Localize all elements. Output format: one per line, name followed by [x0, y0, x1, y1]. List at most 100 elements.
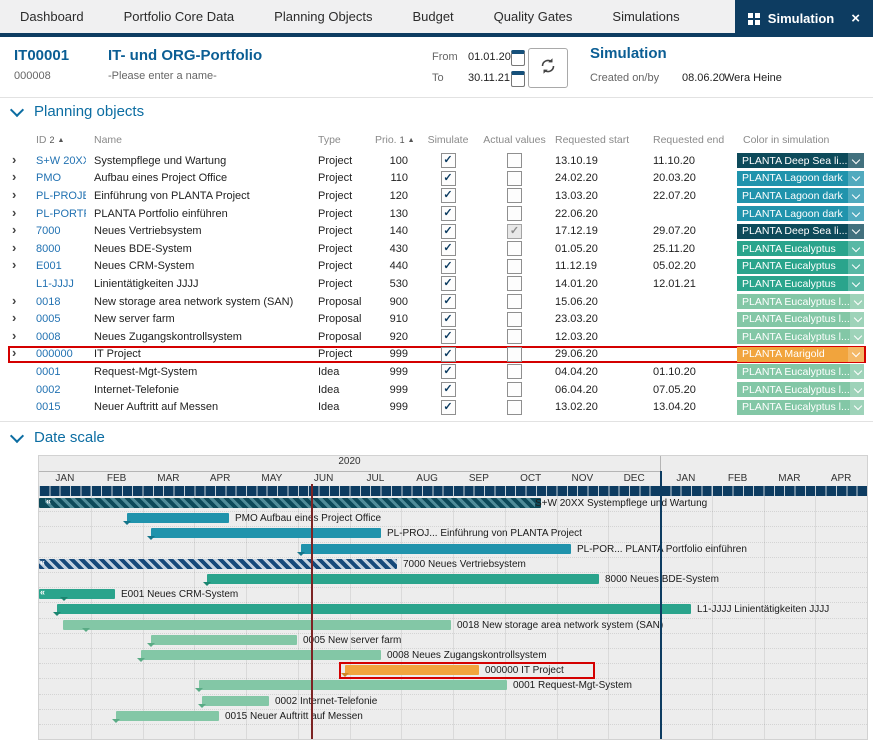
simulate-checkbox[interactable]: ✓	[441, 382, 456, 397]
row-id-link[interactable]: 8000	[28, 243, 86, 255]
actual-values-checkbox[interactable]	[507, 171, 522, 186]
expand-icon[interactable]: ›	[12, 260, 16, 272]
actual-values-checkbox[interactable]	[507, 312, 522, 327]
actual-values-checkbox[interactable]	[507, 276, 522, 291]
expand-icon[interactable]: ›	[12, 331, 16, 343]
simulate-checkbox[interactable]: ✓	[441, 259, 456, 274]
column-header-type[interactable]: Type	[310, 134, 367, 146]
expand-icon[interactable]: ›	[12, 155, 16, 167]
gantt-bar-S+W 20XX[interactable]: «	[39, 498, 541, 508]
gantt-bar-0018[interactable]	[63, 620, 451, 630]
expand-icon[interactable]: ›	[12, 243, 16, 255]
row-id-link[interactable]: 0018	[28, 296, 86, 308]
date-scale-section-header[interactable]: Date scale	[12, 429, 105, 446]
row-id-link[interactable]: 7000	[28, 225, 86, 237]
column-header-id[interactable]: ID2▲	[28, 134, 86, 146]
color-in-simulation-select[interactable]: PLANTA Eucalyptus l...	[737, 400, 864, 415]
color-in-simulation-select[interactable]: PLANTA Eucalyptus	[737, 276, 864, 291]
simulate-checkbox[interactable]: ✓	[441, 153, 456, 168]
column-header-prio-[interactable]: Prio.1▲	[367, 134, 414, 146]
column-header-color-in-simulation[interactable]: Color in simulation	[735, 134, 866, 146]
column-header-requested-start[interactable]: Requested start	[547, 134, 645, 146]
row-id-link[interactable]: 0001	[28, 366, 86, 378]
gantt-bar-0015[interactable]	[116, 711, 219, 721]
expand-icon[interactable]: ›	[12, 225, 16, 237]
simulate-checkbox[interactable]: ✓	[441, 329, 456, 344]
gantt-bar-PMO[interactable]	[127, 513, 229, 523]
color-in-simulation-select[interactable]: PLANTA Lagoon dark	[737, 206, 864, 221]
table-row-S+W 20XX[interactable]: ›S+W 20XXSystempflege und WartungProject…	[8, 152, 866, 170]
actual-values-checkbox[interactable]	[507, 329, 522, 344]
table-row-L1-JJJJ[interactable]: L1-JJJJLinientätigkeiten JJJJProject530✓…	[8, 275, 866, 293]
actual-values-checkbox[interactable]	[507, 259, 522, 274]
simulate-checkbox[interactable]: ✓	[441, 241, 456, 256]
simulate-checkbox[interactable]: ✓	[441, 206, 456, 221]
actual-values-checkbox[interactable]	[507, 364, 522, 379]
simulate-checkbox[interactable]: ✓	[441, 294, 456, 309]
row-id-link[interactable]: E001	[28, 260, 86, 272]
expand-icon[interactable]: ›	[12, 172, 16, 184]
color-in-simulation-select[interactable]: PLANTA Deep Sea li...	[737, 153, 864, 168]
table-row-0018[interactable]: ›0018New storage area network system (SA…	[8, 293, 866, 311]
tab-portfolio-core-data[interactable]: Portfolio Core Data	[104, 0, 255, 33]
planning-objects-section-header[interactable]: Planning objects	[12, 103, 144, 120]
expand-icon[interactable]: ›	[12, 296, 16, 308]
gantt-bar-0001[interactable]	[199, 680, 507, 690]
row-id-link[interactable]: 0015	[28, 401, 86, 413]
column-header-simulate[interactable]: Simulate	[414, 134, 482, 146]
gantt-bar-0002[interactable]	[202, 696, 269, 706]
gantt-bar-8000[interactable]	[207, 574, 599, 584]
gantt-bar-E001[interactable]: «	[39, 589, 115, 599]
actual-values-checkbox[interactable]	[507, 241, 522, 256]
simulate-checkbox[interactable]: ✓	[441, 276, 456, 291]
simulate-checkbox[interactable]: ✓	[441, 312, 456, 327]
column-header-actual-values[interactable]: Actual values	[482, 134, 547, 146]
table-row-8000[interactable]: ›8000Neues BDE-SystemProject430✓01.05.20…	[8, 240, 866, 258]
calendar-icon-to[interactable]	[511, 71, 525, 87]
column-header-name[interactable]: Name	[86, 134, 310, 146]
tab-simulations[interactable]: Simulations	[592, 0, 699, 33]
expand-icon[interactable]: ›	[12, 190, 16, 202]
column-header-requested-end[interactable]: Requested end	[645, 134, 735, 146]
color-in-simulation-select[interactable]: PLANTA Eucalyptus l...	[737, 312, 864, 327]
refresh-button[interactable]	[528, 48, 568, 88]
row-id-link[interactable]: 000000	[28, 348, 86, 360]
table-row-0005[interactable]: ›0005New server farmProposal910✓23.03.20…	[8, 310, 866, 328]
table-row-E001[interactable]: ›E001Neues CRM-SystemProject440✓11.12.19…	[8, 258, 866, 276]
tab-quality-gates[interactable]: Quality Gates	[474, 0, 593, 33]
close-icon[interactable]: ×	[851, 10, 860, 27]
table-row-PL-PROJECT[interactable]: ›PL-PROJECTEinführung von PLANTA Project…	[8, 187, 866, 205]
row-id-link[interactable]: 0002	[28, 384, 86, 396]
calendar-icon-from[interactable]	[511, 50, 525, 66]
table-row-000000[interactable]: ›000000IT ProjectProject999✓29.06.20PLAN…	[8, 346, 866, 364]
gantt-bar-7000[interactable]: «	[39, 559, 397, 569]
table-row-0002[interactable]: 0002Internet-TelefonieIdea999✓06.04.2007…	[8, 381, 866, 399]
row-id-link[interactable]: S+W 20XX	[28, 155, 86, 167]
portfolio-name-placeholder[interactable]: -Please enter a name-	[108, 70, 217, 82]
gantt-bar-0008[interactable]	[141, 650, 381, 660]
tab-dashboard[interactable]: Dashboard	[0, 0, 104, 33]
row-id-link[interactable]: PMO	[28, 172, 86, 184]
simulate-checkbox[interactable]: ✓	[441, 347, 456, 362]
gantt-bar-L1-JJJJ[interactable]	[57, 604, 691, 614]
row-id-link[interactable]: 0005	[28, 313, 86, 325]
expand-icon[interactable]: ›	[12, 348, 16, 360]
actual-values-checkbox[interactable]	[507, 400, 522, 415]
color-in-simulation-select[interactable]: PLANTA Lagoon dark	[737, 188, 864, 203]
actual-values-checkbox[interactable]	[507, 206, 522, 221]
gantt-bar-PL-PORTFOLIO[interactable]	[301, 544, 571, 554]
color-in-simulation-select[interactable]: PLANTA Eucalyptus l...	[737, 364, 864, 379]
simulate-checkbox[interactable]: ✓	[441, 400, 456, 415]
table-row-7000[interactable]: ›7000Neues VertriebsystemProject140✓✓17.…	[8, 222, 866, 240]
from-date-field[interactable]: 01.01.20	[468, 51, 511, 63]
actual-values-checkbox[interactable]	[507, 153, 522, 168]
simulate-checkbox[interactable]: ✓	[441, 171, 456, 186]
actual-values-checkbox[interactable]	[507, 188, 522, 203]
tab-simulation-active[interactable]: Simulation ×	[735, 0, 873, 37]
table-row-0001[interactable]: 0001Request-Mgt-SystemIdea999✓04.04.2001…	[8, 363, 866, 381]
expand-icon[interactable]: ›	[12, 313, 16, 325]
color-in-simulation-select[interactable]: PLANTA Lagoon dark	[737, 171, 864, 186]
actual-values-checkbox[interactable]	[507, 294, 522, 309]
simulate-checkbox[interactable]: ✓	[441, 224, 456, 239]
color-in-simulation-select[interactable]: PLANTA Eucalyptus l...	[737, 329, 864, 344]
